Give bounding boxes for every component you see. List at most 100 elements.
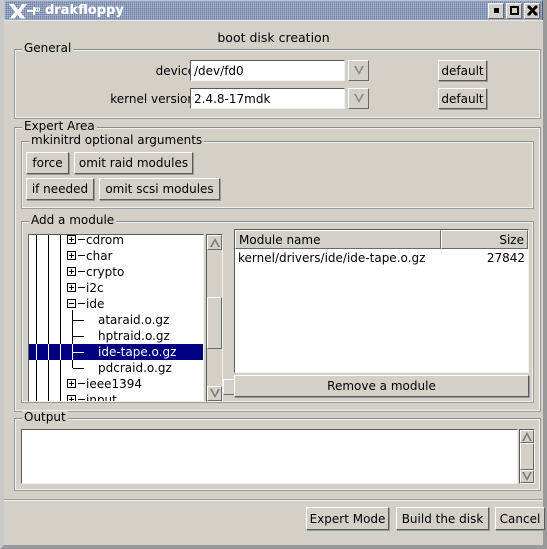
device-input[interactable]: /dev/fd0 [190, 60, 345, 81]
tree-guide-line [48, 376, 49, 392]
force-button[interactable]: force [26, 152, 69, 174]
tree-item-label: ide-tape.o.gz [98, 345, 177, 359]
tree-guide-line [60, 296, 61, 312]
tree-guide-line [72, 310, 73, 315]
scroll-up-arrow-icon [522, 432, 532, 441]
tree-guide-line [60, 392, 61, 401]
tree-item-label: pdcraid.o.gz [98, 361, 172, 375]
tree-guide-line [48, 280, 49, 296]
module-tree-scroll-thumb[interactable] [207, 297, 222, 349]
tree-expand-icon[interactable] [67, 251, 76, 260]
column-header-module-name[interactable]: Module name [235, 230, 441, 249]
output-group-legend: Output [22, 410, 68, 424]
module-tree[interactable]: cdrom char crypto i2c ide ataraid.o.gz hptraid… [28, 234, 204, 402]
module-tree-scrollbar[interactable] [206, 234, 223, 402]
build-the-disk-button[interactable]: Build the disk [396, 507, 489, 530]
expert-mode-button[interactable]: Expert Mode [306, 507, 389, 530]
tree-guide-line [78, 287, 85, 288]
kernel-version-default-button[interactable]: default [438, 88, 487, 109]
tree-item[interactable]: crypto [29, 264, 203, 280]
minimize-icon [493, 8, 499, 13]
if-needed-button[interactable]: if needed [26, 178, 94, 200]
tree-guide-line [78, 303, 85, 304]
tree-item[interactable]: ide-tape.o.gz [29, 344, 203, 360]
tree-item-label: hptraid.o.gz [98, 329, 170, 343]
tree-guide-line [73, 320, 84, 321]
tree-guide-line [48, 328, 49, 344]
general-group-legend: General [22, 41, 74, 55]
tree-guide-line [48, 312, 49, 328]
tree-expand-icon[interactable] [67, 283, 76, 292]
output-textarea[interactable] [21, 429, 518, 484]
column-header-size[interactable]: Size [441, 230, 528, 249]
remove-a-module-button[interactable]: Remove a module [234, 375, 529, 397]
tree-guide-line [60, 264, 61, 280]
tree-item[interactable]: hptraid.o.gz [29, 328, 203, 344]
tree-item[interactable]: i2c [29, 280, 203, 296]
tree-guide-line [36, 360, 37, 376]
scroll-up-arrow-icon [209, 238, 220, 247]
tree-item[interactable]: pdcraid.o.gz [29, 360, 203, 376]
tree-guide-line [48, 296, 49, 312]
selected-modules-list[interactable]: Module name Size kernel/drivers/ide/ide-… [234, 229, 529, 373]
window-title: drakfloppy [45, 3, 124, 18]
close-icon [527, 5, 537, 16]
tree-guide-line [60, 280, 61, 296]
table-row[interactable]: kernel/drivers/ide/ide-tape.o.gz 27842 [235, 249, 528, 266]
expert-area-group-legend: Expert Area [22, 119, 97, 133]
tree-item[interactable]: input [29, 392, 203, 401]
tree-item[interactable]: cdrom [29, 234, 203, 248]
tree-item-label: cdrom [86, 234, 124, 247]
client-area: boot disk creation General device /dev/f… [4, 20, 545, 545]
module-tree-rows: cdrom char crypto i2c ide ataraid.o.gz hptraid… [29, 234, 203, 401]
tree-guide-line [72, 360, 73, 368]
device-dropdown-button[interactable] [348, 60, 369, 81]
tree-item[interactable]: ieee1394 [29, 376, 203, 392]
module-tree-scroll-up-button[interactable] [207, 235, 222, 250]
output-scroll-down-button[interactable] [520, 470, 534, 483]
tree-expand-icon[interactable] [67, 395, 76, 401]
kernel-version-input[interactable]: 2.4.8-17mdk [190, 88, 345, 109]
general-group: General device /dev/fd0 default kernel v… [14, 42, 541, 119]
device-default-button[interactable]: default [438, 60, 487, 81]
minimize-button[interactable] [488, 2, 504, 19]
tree-guide-line [36, 344, 37, 360]
tree-guide-line [78, 399, 85, 400]
tree-item-label: ide [86, 297, 105, 311]
close-button[interactable] [524, 2, 540, 19]
tree-collapse-icon[interactable] [67, 299, 76, 308]
tree-item[interactable]: ide [29, 296, 203, 312]
omit-scsi-modules-button[interactable]: omit scsi modules [99, 178, 220, 200]
titlebar-buttons [488, 2, 540, 19]
titlebar[interactable]: drakfloppy [4, 0, 543, 20]
tree-guide-line [73, 352, 84, 353]
x-window-logo-icon [8, 3, 42, 19]
tree-item[interactable]: char [29, 248, 203, 264]
tree-guide-line [36, 280, 37, 296]
omit-raid-modules-button[interactable]: omit raid modules [74, 152, 193, 174]
cell-size: 27842 [486, 250, 525, 265]
output-scroll-up-button[interactable] [520, 430, 534, 443]
add-a-module-group: Add a module cdrom char crypto i2c ide atarai… [21, 214, 534, 403]
scroll-down-arrow-icon [522, 472, 532, 481]
output-scrollbar[interactable] [519, 429, 535, 484]
tree-guide-line [48, 392, 49, 401]
cancel-button[interactable]: Cancel [495, 507, 545, 530]
module-tree-scroll-down-button[interactable] [207, 386, 222, 401]
tree-expand-icon[interactable] [67, 267, 76, 276]
tree-expand-icon[interactable] [67, 235, 76, 244]
tree-guide-line [36, 264, 37, 280]
mkinitrd-args-legend: mkinitrd optional arguments [29, 133, 205, 147]
kernel-version-label: kernel version [110, 92, 195, 106]
tree-expand-icon[interactable] [67, 379, 76, 388]
drakfloppy-window: drakfloppy boot disk creation General de… [0, 0, 547, 549]
tree-item[interactable]: ataraid.o.gz [29, 312, 203, 328]
output-scroll-thumb[interactable] [520, 443, 534, 470]
tree-guide-line [36, 235, 37, 248]
kernel-version-dropdown-button[interactable] [348, 88, 369, 109]
tree-guide-line [78, 255, 85, 256]
tree-guide-line [60, 344, 61, 360]
maximize-button[interactable] [506, 2, 522, 19]
mkinitrd-args-group: mkinitrd optional arguments force omit r… [21, 134, 534, 209]
tree-item-label: ataraid.o.gz [98, 313, 170, 327]
